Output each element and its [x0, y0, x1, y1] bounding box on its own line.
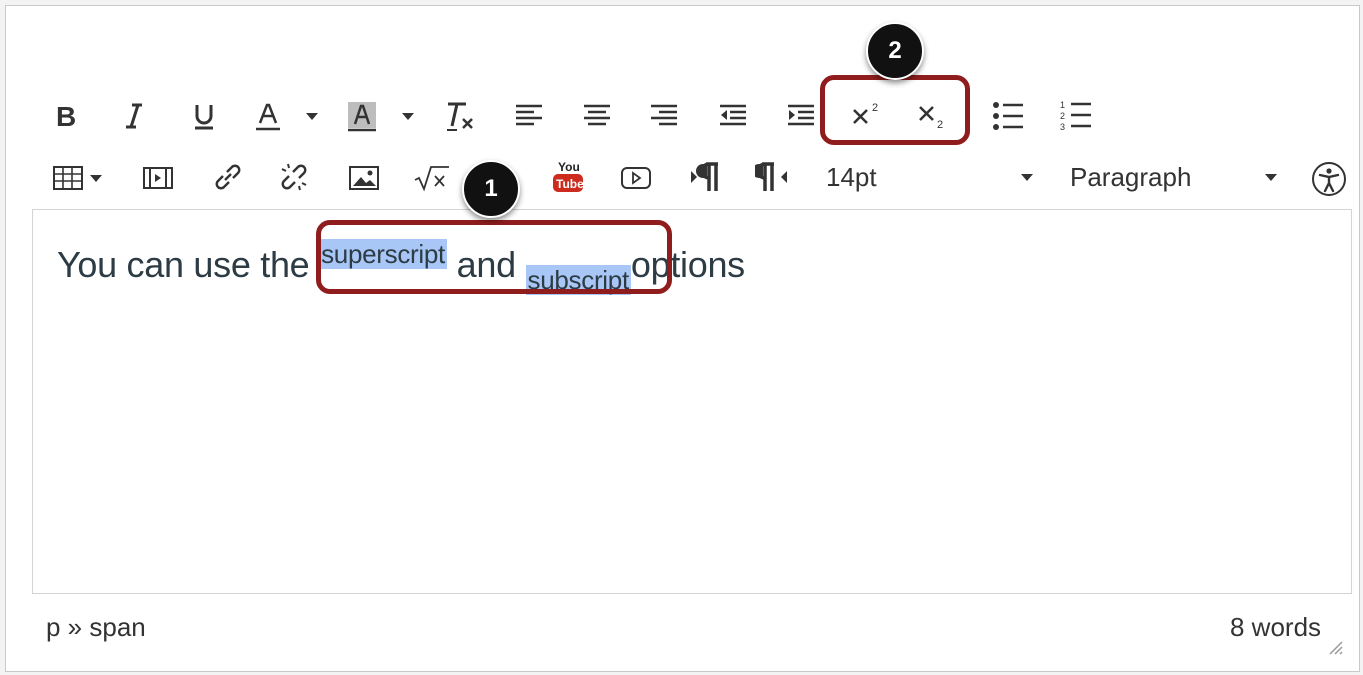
youtube-top-text: You	[558, 160, 580, 174]
font-size-select[interactable]: 14pt	[818, 158, 1043, 196]
media-icon	[143, 167, 173, 189]
chevron-down-icon	[1265, 173, 1277, 181]
align-right-button[interactable]	[646, 98, 682, 134]
svg-text:3: 3	[1060, 122, 1065, 132]
italic-button[interactable]	[116, 98, 152, 134]
link-button[interactable]	[208, 158, 248, 196]
accessibility-icon	[1312, 162, 1346, 196]
svg-text:Tube: Tube	[556, 177, 584, 191]
indent-button[interactable]	[783, 98, 819, 134]
callout-box-text-example	[316, 220, 672, 294]
editor-content-area[interactable]: You can use the superscript and subscrip…	[32, 209, 1352, 594]
resize-grip-icon	[1329, 641, 1343, 655]
link-icon	[215, 164, 241, 190]
numbered-list-button[interactable]: 123	[1056, 96, 1096, 136]
align-center-button[interactable]	[579, 98, 615, 134]
unlink-button[interactable]	[274, 158, 314, 196]
word-count: 8 words	[1230, 612, 1322, 642]
callout-badge-2: 2	[866, 22, 924, 80]
chevron-down-icon	[1021, 173, 1033, 181]
bullet-list-icon	[993, 102, 1023, 130]
align-left-icon	[516, 104, 542, 126]
chevron-down-icon	[306, 112, 318, 120]
paragraph-text-start: You can use the	[57, 244, 310, 285]
embed-button[interactable]	[616, 161, 656, 195]
svg-text:2: 2	[1060, 111, 1065, 121]
background-color-dropdown[interactable]	[398, 108, 418, 124]
svg-text:1: 1	[1060, 100, 1065, 110]
youtube-button[interactable]: You Tube	[548, 156, 588, 196]
align-right-icon	[651, 104, 677, 126]
element-path[interactable]: p » span	[46, 612, 146, 643]
background-color-button[interactable]	[344, 98, 380, 134]
math-button[interactable]	[410, 160, 454, 196]
text-color-button[interactable]	[250, 98, 286, 134]
align-center-icon	[584, 104, 610, 126]
callout-badge-1: 1	[462, 160, 520, 218]
rtl-icon	[755, 162, 787, 191]
math-icon	[414, 166, 449, 192]
bold-icon: B	[56, 102, 76, 130]
chevron-down-icon	[402, 112, 414, 120]
numbered-list-icon: 123	[1060, 100, 1091, 132]
clear-formatting-icon	[447, 102, 473, 131]
clear-formatting-button[interactable]	[440, 96, 480, 136]
svg-text:B: B	[56, 102, 76, 130]
text-color-dropdown[interactable]	[302, 108, 322, 124]
underline-icon	[195, 105, 213, 130]
text-color-icon	[256, 103, 280, 131]
rtl-button[interactable]	[752, 158, 792, 196]
youtube-icon: You Tube	[553, 160, 584, 192]
rich-content-editor: B 2 2 123 You Tube 14pt Paragraph You ca…	[5, 5, 1360, 672]
background-color-icon	[348, 102, 376, 132]
outdent-icon	[720, 104, 746, 126]
resize-handle[interactable]	[1326, 638, 1344, 656]
embed-icon	[621, 167, 651, 189]
align-left-button[interactable]	[511, 98, 547, 134]
bold-button[interactable]: B	[48, 98, 84, 134]
chevron-down-icon	[90, 174, 102, 182]
accessibility-button[interactable]	[1308, 158, 1350, 200]
ltr-button[interactable]	[686, 158, 726, 196]
image-button[interactable]	[344, 160, 384, 196]
outdent-button[interactable]	[715, 98, 751, 134]
image-icon	[349, 166, 379, 190]
block-format-select[interactable]: Paragraph	[1062, 158, 1287, 196]
table-icon	[53, 166, 83, 190]
indent-icon	[788, 104, 814, 126]
media-button[interactable]	[138, 160, 178, 196]
table-button[interactable]	[46, 161, 108, 195]
callout-box-script-buttons	[820, 75, 970, 145]
font-size-value: 14pt	[826, 161, 877, 192]
underline-button[interactable]	[186, 98, 222, 134]
bullet-list-button[interactable]	[988, 96, 1028, 136]
unlink-icon	[281, 163, 307, 191]
italic-icon	[126, 103, 142, 129]
ltr-icon	[691, 162, 718, 191]
block-format-value: Paragraph	[1070, 161, 1192, 192]
